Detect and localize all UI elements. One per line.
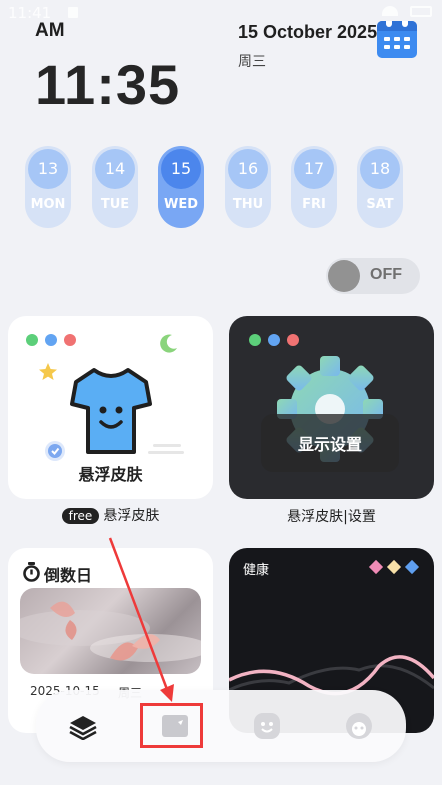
weekday-label: 周三 xyxy=(238,54,266,70)
dot-green xyxy=(26,334,38,346)
day-number: 13 xyxy=(28,149,68,189)
day-number: 15 xyxy=(161,149,201,189)
day-number: 17 xyxy=(294,149,334,189)
day-pill-thu[interactable]: 16 THU xyxy=(225,146,271,228)
clock-time: 11:35 xyxy=(35,53,181,116)
day-number: 14 xyxy=(95,149,135,189)
dot-green xyxy=(249,334,261,346)
day-pill-sat[interactable]: 18 SAT xyxy=(357,146,403,228)
week-day-selector: 13 MON 14 TUE 15 WED 16 THU 17 FRI 18 SA… xyxy=(25,146,405,230)
day-number: 16 xyxy=(228,149,268,189)
window-dots xyxy=(249,334,299,346)
day-label: MON xyxy=(30,197,66,212)
face-icon xyxy=(346,713,372,739)
wifi-icon xyxy=(382,6,398,16)
pink-diamond-icon xyxy=(368,559,384,575)
yellow-diamond-icon xyxy=(386,559,402,575)
moon-icon xyxy=(160,334,177,353)
window-dots xyxy=(26,334,76,346)
floating-skin-card[interactable]: 悬浮皮肤 xyxy=(8,316,213,499)
calendar-icon[interactable] xyxy=(377,21,417,58)
decor-line xyxy=(148,451,184,454)
day-label: SAT xyxy=(366,197,394,212)
day-pill-mon[interactable]: 13 MON xyxy=(25,146,71,228)
countdown-photo xyxy=(20,588,201,674)
clock-badge-icon xyxy=(45,441,65,461)
dot-blue xyxy=(45,334,57,346)
day-label: TUE xyxy=(100,197,130,212)
display-card-caption: 悬浮皮肤|设置 xyxy=(287,509,376,525)
toggle-knob xyxy=(328,260,360,292)
dot-red xyxy=(287,334,299,346)
day-pill-fri[interactable]: 17 FRI xyxy=(291,146,337,228)
smile-icon xyxy=(254,713,280,739)
butterfly-image xyxy=(20,601,201,662)
dot-blue xyxy=(268,334,280,346)
tshirt-icon xyxy=(70,368,152,454)
ampm-label: AM xyxy=(35,20,65,41)
date-label: 15 October 2025 xyxy=(238,22,378,42)
day-label: WED xyxy=(163,197,198,212)
dot-red xyxy=(64,334,76,346)
highlight-box xyxy=(140,703,203,748)
nav-item-layers[interactable] xyxy=(48,690,118,762)
notification-icon xyxy=(68,7,78,18)
day-label: THU xyxy=(232,197,264,212)
layers-icon xyxy=(69,716,97,740)
health-title: 健康 xyxy=(243,563,270,578)
display-overlay-text: 显示设置 xyxy=(297,435,362,454)
star-icon xyxy=(39,363,57,380)
nav-item-smile[interactable] xyxy=(232,690,302,762)
float-toggle[interactable]: OFF xyxy=(326,258,420,294)
day-pill-tue[interactable]: 14 TUE xyxy=(92,146,138,228)
decor-line xyxy=(153,444,181,447)
display-settings-card[interactable]: 显示设置 xyxy=(229,316,434,499)
countdown-title: 倒数日 xyxy=(44,566,93,585)
skin-caption-text: 悬浮皮肤 xyxy=(103,508,160,524)
free-badge: free xyxy=(61,508,100,524)
day-label: FRI xyxy=(302,197,326,212)
toggle-label: OFF xyxy=(370,266,402,283)
skin-card-title: 悬浮皮肤 xyxy=(78,465,143,484)
day-pill-wed[interactable]: 15 WED xyxy=(158,146,204,228)
bottom-nav-bar xyxy=(36,690,406,762)
nav-item-face[interactable] xyxy=(324,690,394,762)
battery-icon xyxy=(410,6,432,17)
blue-diamond-icon xyxy=(404,559,420,575)
stopwatch-icon xyxy=(23,562,40,582)
day-number: 18 xyxy=(360,149,400,189)
skin-card-caption: free 悬浮皮肤 xyxy=(8,505,213,525)
